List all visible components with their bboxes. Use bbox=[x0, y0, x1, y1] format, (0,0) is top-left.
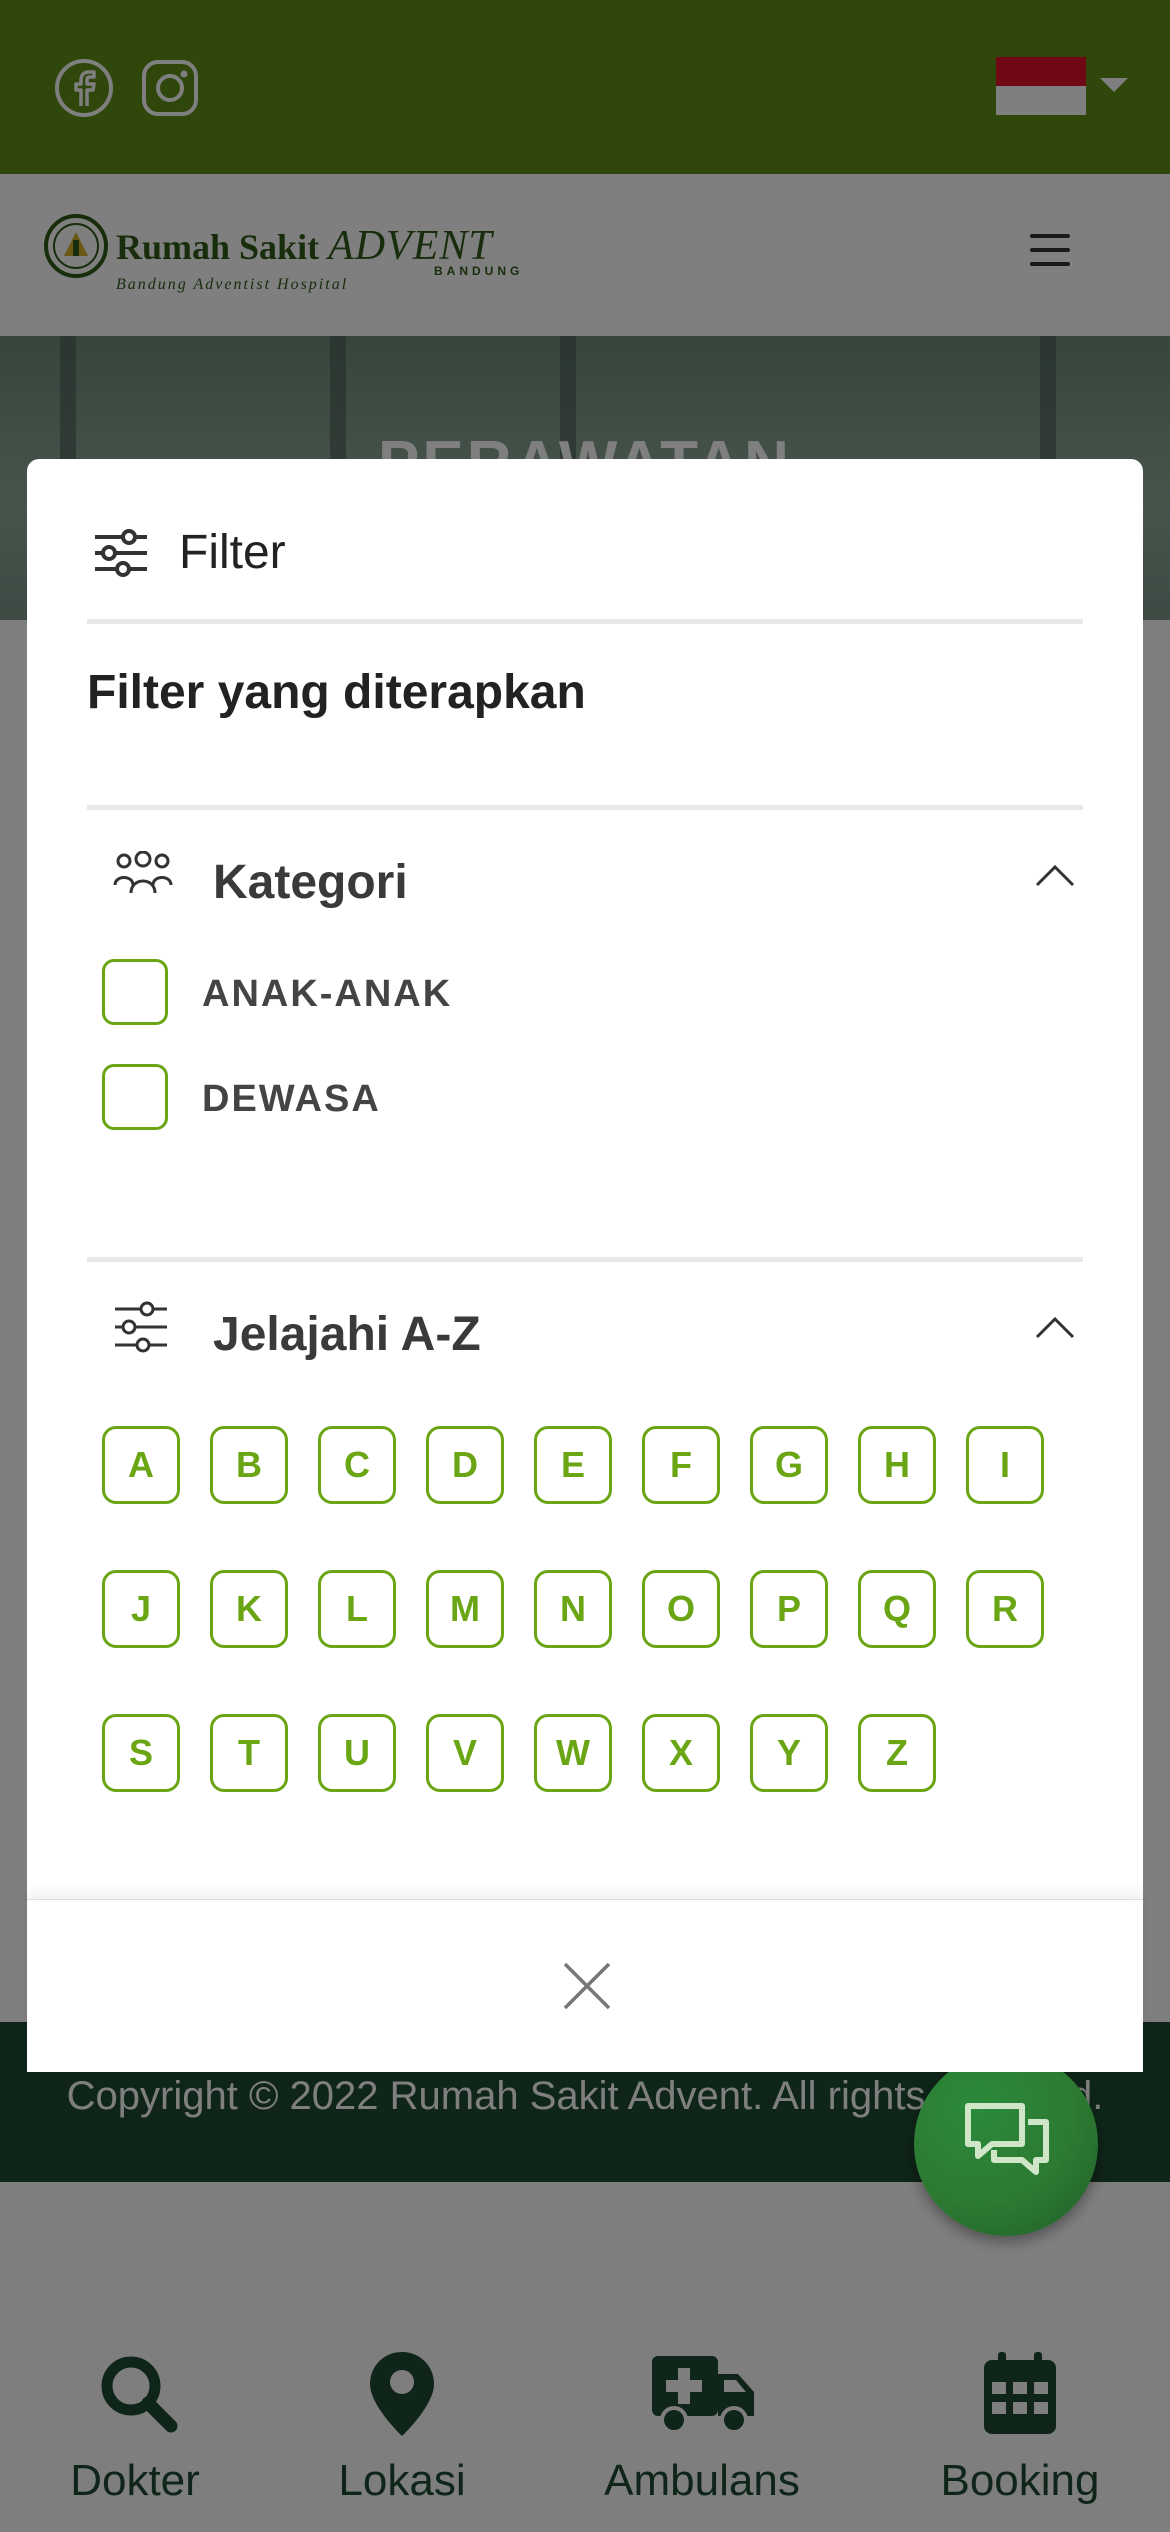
filter-modal: Filter Filter yang diterapkan Kategori A… bbox=[27, 459, 1143, 2071]
az-letter-button-n[interactable]: N bbox=[534, 1570, 612, 1648]
category-title: Kategori bbox=[213, 856, 408, 909]
az-letter-button-u[interactable]: U bbox=[318, 1714, 396, 1792]
az-title: Jelajahi A-Z bbox=[213, 1308, 481, 1361]
az-letter-button-q[interactable]: Q bbox=[858, 1570, 936, 1648]
modal-footer bbox=[27, 1899, 1143, 2072]
checkbox-label: DEWASA bbox=[202, 1078, 381, 1120]
chat-button[interactable] bbox=[914, 2052, 1098, 2236]
az-letter-button-z[interactable]: Z bbox=[858, 1714, 936, 1792]
checkbox[interactable] bbox=[102, 959, 168, 1025]
az-letter-button-w[interactable]: W bbox=[534, 1714, 612, 1792]
az-letter-button-v[interactable]: V bbox=[426, 1714, 504, 1792]
chevron-up-icon[interactable] bbox=[1035, 1315, 1075, 1339]
az-letter-button-m[interactable]: M bbox=[426, 1570, 504, 1648]
az-letter-button-j[interactable]: J bbox=[102, 1570, 180, 1648]
checkbox-label: ANAK-ANAK bbox=[202, 973, 453, 1015]
az-letter-button-c[interactable]: C bbox=[318, 1426, 396, 1504]
close-icon[interactable] bbox=[563, 1962, 611, 2010]
checkbox[interactable] bbox=[102, 1064, 168, 1130]
chat-icon bbox=[965, 2103, 1049, 2175]
divider bbox=[87, 805, 1083, 810]
az-letter-button-e[interactable]: E bbox=[534, 1426, 612, 1504]
people-group-icon bbox=[113, 851, 173, 894]
chevron-up-icon[interactable] bbox=[1035, 863, 1075, 887]
divider bbox=[87, 1257, 1083, 1262]
filter-sliders-icon bbox=[95, 529, 147, 577]
az-letter-button-x[interactable]: X bbox=[642, 1714, 720, 1792]
az-letter-button-o[interactable]: O bbox=[642, 1570, 720, 1648]
az-letter-button-p[interactable]: P bbox=[750, 1570, 828, 1648]
az-letter-button-a[interactable]: A bbox=[102, 1426, 180, 1504]
az-letter-button-s[interactable]: S bbox=[102, 1714, 180, 1792]
az-letter-button-y[interactable]: Y bbox=[750, 1714, 828, 1792]
az-letter-button-l[interactable]: L bbox=[318, 1570, 396, 1648]
modal-title: Filter bbox=[179, 526, 286, 579]
sliders-icon bbox=[115, 1301, 167, 1353]
az-letter-button-r[interactable]: R bbox=[966, 1570, 1044, 1648]
az-letter-button-b[interactable]: B bbox=[210, 1426, 288, 1504]
az-letter-button-f[interactable]: F bbox=[642, 1426, 720, 1504]
az-letter-button-h[interactable]: H bbox=[858, 1426, 936, 1504]
divider bbox=[87, 619, 1083, 624]
az-letter-button-i[interactable]: I bbox=[966, 1426, 1044, 1504]
az-letter-button-t[interactable]: T bbox=[210, 1714, 288, 1792]
az-letter-button-g[interactable]: G bbox=[750, 1426, 828, 1504]
az-letter-button-k[interactable]: K bbox=[210, 1570, 288, 1648]
applied-filters-heading: Filter yang diterapkan bbox=[87, 666, 586, 719]
az-letter-button-d[interactable]: D bbox=[426, 1426, 504, 1504]
